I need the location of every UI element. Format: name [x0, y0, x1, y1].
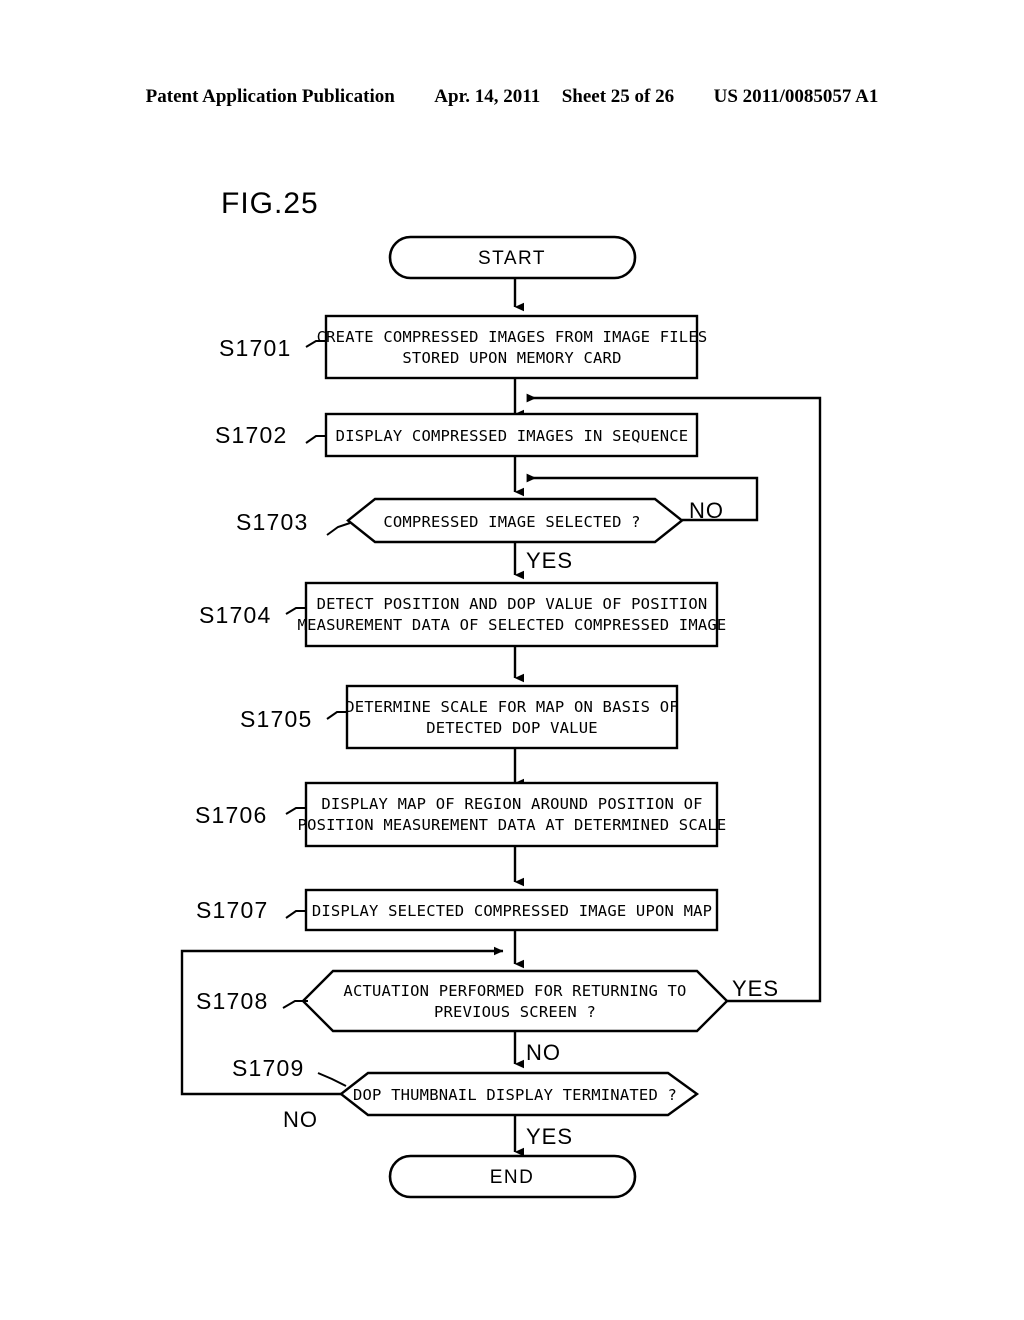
patent-page: Patent Application Publication Apr. 14, …	[0, 0, 1024, 1320]
s1705-shape	[345, 684, 679, 750]
flow-node-s1709: DOP THUMBNAIL DISPLAY TERMINATED ? S1709…	[232, 1055, 700, 1149]
flow-node-s1701: CREATE COMPRESSED IMAGES FROM IMAGE FILE…	[219, 314, 708, 380]
s1701-line-2: STORED UPON MEMORY CARD	[402, 349, 621, 367]
flow-node-s1707: DISPLAY SELECTED COMPRESSED IMAGE UPON M…	[196, 888, 719, 932]
s1702-line-1: DISPLAY COMPRESSED IMAGES IN SEQUENCE	[336, 427, 689, 445]
s1703-no-label: NO	[689, 498, 724, 523]
end-label: END	[490, 1167, 535, 1188]
flow-node-end: END	[388, 1154, 637, 1199]
s1709-line-1: DOP THUMBNAIL DISPLAY TERMINATED ?	[353, 1086, 677, 1104]
start-label: START	[478, 248, 546, 269]
s1701-line-1: CREATE COMPRESSED IMAGES FROM IMAGE FILE…	[317, 328, 708, 346]
s1708-line-2: PREVIOUS SCREEN ?	[434, 1003, 596, 1021]
s1704-line-2: MEASUREMENT DATA OF SELECTED COMPRESSED …	[298, 616, 727, 634]
s1709-yes-label: YES	[526, 1124, 573, 1149]
s1709-no-label: NO	[283, 1107, 318, 1132]
s1706-line-1: DISPLAY MAP OF REGION AROUND POSITION OF	[321, 795, 702, 813]
s1703-line-1: COMPRESSED IMAGE SELECTED ?	[383, 513, 640, 531]
flowchart-diagram: START CREATE COMPRESSED IMAGES FROM IMAG…	[180, 235, 822, 1199]
s1704-line-1: DETECT POSITION AND DOP VALUE OF POSITIO…	[317, 595, 708, 613]
s1705-step-id: S1705	[240, 706, 313, 732]
s1702-step-id: S1702	[215, 422, 288, 448]
flow-node-s1702: DISPLAY COMPRESSED IMAGES IN SEQUENCE S1…	[215, 412, 699, 458]
flow-node-s1705: DETERMINE SCALE FOR MAP ON BASIS OF DETE…	[240, 684, 679, 750]
s1703-yes-label: YES	[526, 548, 573, 573]
s1709-leader-line	[317, 1072, 347, 1087]
s1706-step-id: S1706	[195, 802, 268, 828]
s1706-leader-line	[285, 807, 306, 815]
s1705-line-2: DETECTED DOP VALUE	[426, 719, 598, 737]
s1709-step-id: S1709	[232, 1055, 305, 1081]
flow-node-start: START	[388, 235, 637, 280]
s1704-shape	[304, 581, 719, 648]
s1703-step-id: S1703	[236, 509, 309, 535]
flow-node-s1706: DISPLAY MAP OF REGION AROUND POSITION OF…	[195, 781, 727, 848]
s1705-leader-line	[326, 711, 347, 720]
s1702-leader-line	[305, 435, 326, 444]
s1707-line-1: DISPLAY SELECTED COMPRESSED IMAGE UPON M…	[312, 902, 712, 920]
s1701-step-id: S1701	[219, 335, 292, 361]
s1704-leader-line	[285, 607, 306, 615]
flow-node-s1704: DETECT POSITION AND DOP VALUE OF POSITIO…	[199, 581, 727, 648]
s1708-step-id: S1708	[196, 988, 269, 1014]
s1705-line-1: DETERMINE SCALE FOR MAP ON BASIS OF	[345, 698, 679, 716]
s1703-leader-line	[326, 522, 351, 536]
s1706-line-2: POSITION MEASUREMENT DATA AT DETERMINED …	[298, 816, 727, 834]
s1708-yes-label: YES	[732, 976, 779, 1001]
s1701-shape	[324, 314, 699, 380]
s1706-shape	[304, 781, 719, 848]
s1708-line-1: ACTUATION PERFORMED FOR RETURNING TO	[343, 982, 686, 1000]
s1707-step-id: S1707	[196, 897, 269, 923]
flow-node-s1708: ACTUATION PERFORMED FOR RETURNING TO PRE…	[196, 969, 779, 1065]
s1707-leader-line	[285, 910, 306, 919]
s1704-step-id: S1704	[199, 602, 272, 628]
s1708-no-label: NO	[526, 1040, 561, 1065]
s1708-shape	[301, 969, 729, 1033]
flow-node-s1703: COMPRESSED IMAGE SELECTED ? S1703 YES NO	[236, 497, 724, 573]
